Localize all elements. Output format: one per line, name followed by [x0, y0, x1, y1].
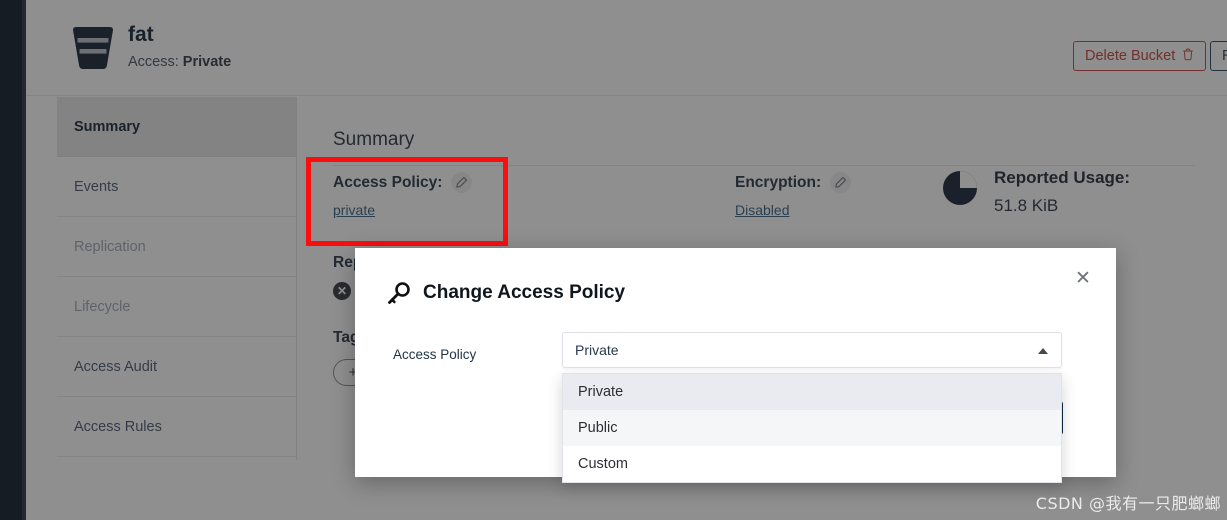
- access-policy-label-row: Access Policy:: [333, 172, 473, 193]
- app-screenshot: fat Access: Private Delete Bucket Refres…: [0, 0, 1227, 520]
- x-circle-icon: ✕: [333, 282, 351, 300]
- encryption-field: Encryption: Disabled: [735, 172, 852, 220]
- select-option-private[interactable]: Private: [563, 374, 1061, 410]
- access-policy-select[interactable]: Private: [562, 332, 1062, 368]
- sidebar-item-events[interactable]: Events: [57, 157, 296, 217]
- sidebar-item-access-audit[interactable]: Access Audit: [57, 337, 296, 397]
- sidebar-item-label: Access Rules: [74, 418, 162, 435]
- select-option-public[interactable]: Public: [563, 410, 1061, 446]
- encryption-label-row: Encryption:: [735, 172, 852, 193]
- pencil-icon[interactable]: [830, 172, 852, 193]
- sidebar-item-lifecycle[interactable]: Lifecycle: [57, 277, 296, 337]
- bucket-access-prefix: Access:: [128, 54, 183, 70]
- select-option-label: Custom: [578, 456, 628, 472]
- access-policy-value-link[interactable]: private: [333, 202, 375, 218]
- sidebar-item-label: Replication: [74, 238, 146, 255]
- change-access-policy-dialog: ✕ Change Access Policy Access Policy Pri…: [355, 248, 1116, 483]
- bucket-access-value: Private: [182, 54, 232, 70]
- sidebar-item-label: Lifecycle: [74, 298, 131, 315]
- select-option-custom[interactable]: Custom: [563, 446, 1061, 482]
- bucket-icon: [70, 26, 116, 70]
- sidebar-item-summary[interactable]: Summary: [57, 97, 296, 157]
- sidebar-item-label: Summary: [74, 118, 141, 135]
- refresh-label: Refres: [1222, 48, 1227, 64]
- reported-usage-label: Reported Usage:: [994, 168, 1131, 187]
- reported-usage-field: Reported Usage: 51.8 KiB: [942, 167, 1130, 217]
- page-title: Summary: [333, 129, 415, 150]
- delete-bucket-button[interactable]: Delete Bucket: [1073, 41, 1207, 71]
- x-circle-glyph: ✕: [336, 284, 348, 298]
- reported-usage-value: 51.8 KiB: [994, 196, 1059, 215]
- access-policy-field-label: Access Policy: [393, 347, 477, 362]
- encryption-label: Encryption:: [735, 173, 822, 191]
- encryption-value-link[interactable]: Disabled: [735, 202, 789, 218]
- trash-icon: [1182, 48, 1194, 65]
- delete-bucket-label: Delete Bucket: [1085, 48, 1176, 64]
- access-policy-select-value: Private: [575, 342, 619, 358]
- key-icon: [387, 281, 411, 305]
- sidebar-item-label: Events: [74, 178, 119, 195]
- summary-divider: [333, 165, 1195, 166]
- refresh-button[interactable]: Refres: [1210, 41, 1227, 71]
- dialog-title-row: Change Access Policy: [387, 281, 625, 305]
- bucket-section-nav: Summary Events Replication Lifecycle Acc…: [57, 97, 297, 460]
- close-glyph: ✕: [1075, 267, 1091, 289]
- dialog-title: Change Access Policy: [423, 282, 626, 303]
- select-option-label: Public: [578, 420, 618, 436]
- bucket-title-group: fat Access: Private: [128, 22, 231, 71]
- sidebar-item-access-rules[interactable]: Access Rules: [57, 397, 296, 457]
- pie-chart-icon: [942, 170, 978, 206]
- select-option-label: Private: [578, 384, 624, 400]
- reported-usage-text-group: Reported Usage: 51.8 KiB: [994, 167, 1130, 217]
- bucket-name: fat: [128, 23, 154, 46]
- access-policy-label: Access Policy:: [333, 173, 443, 191]
- chevron-up-icon: [1038, 348, 1048, 354]
- sidebar-item-replication[interactable]: Replication: [57, 217, 296, 277]
- close-icon[interactable]: ✕: [1072, 267, 1094, 289]
- pencil-icon[interactable]: [451, 172, 473, 193]
- watermark: CSDN @我有一只肥螂螂: [1035, 494, 1221, 513]
- global-nav-rail[interactable]: [0, 0, 22, 520]
- bucket-access-line: Access: Private: [128, 53, 231, 71]
- nav-rail-edge: [22, 0, 26, 520]
- bucket-header: fat Access: Private Delete Bucket Refres: [26, 0, 1227, 96]
- access-policy-select-menu: Private Public Custom: [562, 373, 1062, 483]
- access-policy-field: Access Policy: private: [333, 172, 473, 220]
- sidebar-item-label: Access Audit: [74, 358, 158, 375]
